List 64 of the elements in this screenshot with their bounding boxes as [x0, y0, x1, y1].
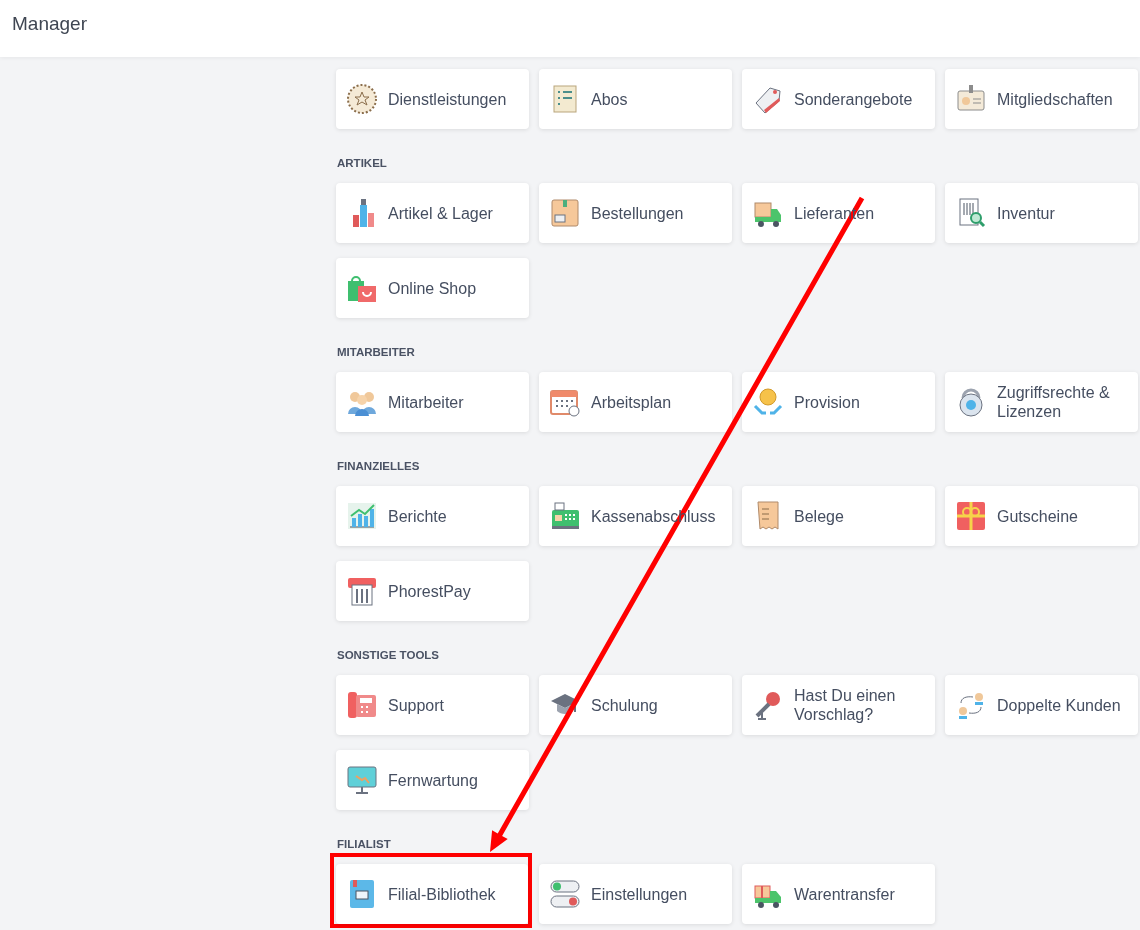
medal-icon [346, 83, 378, 115]
cash-register-icon [549, 500, 581, 532]
tile-label: Mitarbeiter [388, 392, 464, 412]
tile-label: Einstellungen [591, 884, 688, 904]
menu-tile[interactable]: Hast Du einen Vorschlag? [742, 675, 935, 735]
tile-label: Support [388, 695, 445, 715]
section-heading: ARTIKEL [337, 156, 388, 170]
menu-tile[interactable]: Provision [742, 372, 935, 432]
menu-tile[interactable]: Berichte [336, 486, 529, 546]
menu-tile[interactable]: Sonderangebote [742, 69, 935, 129]
tile-label: Belege [794, 506, 844, 526]
menu-tile[interactable]: Warentransfer [742, 864, 935, 924]
menu-tile[interactable]: Zugriffsrechte & Lizenzen [945, 372, 1138, 432]
tile-label: Doppelte Kunden [997, 695, 1121, 715]
menu-tile[interactable]: Dienstleistungen [336, 69, 529, 129]
menu-tile[interactable]: Filial-Bibliothek [336, 864, 528, 924]
tile-label: Sonderangebote [794, 89, 913, 109]
section-heading: FINANZIELLES [337, 459, 421, 473]
menu-tile[interactable]: Abos [539, 69, 732, 129]
section-heading: MITARBEITER [337, 345, 416, 359]
tile-label: Inventur [997, 203, 1055, 223]
menu-tile[interactable]: Mitarbeiter [336, 372, 529, 432]
tile-label: Online Shop [388, 278, 477, 298]
tile-label: Berichte [388, 506, 447, 526]
coin-hands-icon [752, 386, 784, 418]
tile-label: Artikel & Lager [388, 203, 493, 223]
menu-tile[interactable]: Mitgliedschaften [945, 69, 1138, 129]
menu-tile[interactable]: Doppelte Kunden [945, 675, 1138, 735]
page-title: Manager [12, 12, 88, 36]
line-chart-icon [346, 500, 378, 532]
tile-label: Warentransfer [794, 884, 895, 904]
menu-tile[interactable]: Arbeitsplan [539, 372, 732, 432]
tile-label: Schulung [591, 695, 658, 715]
gift-box-icon [955, 500, 987, 532]
tile-label: Bestellungen [591, 203, 684, 223]
menu-tile[interactable]: Einstellungen [539, 864, 732, 924]
menu-tile[interactable]: Gutscheine [945, 486, 1138, 546]
tile-label: Dienstleistungen [388, 89, 507, 109]
menu-tile[interactable]: Inventur [945, 183, 1138, 243]
menu-tile[interactable]: Artikel & Lager [336, 183, 529, 243]
section-heading: FILIALIST [337, 837, 392, 851]
tile-label: Zugriffsrechte & Lizenzen [997, 383, 1111, 421]
desk-phone-icon [346, 689, 378, 721]
menu-tile[interactable]: Online Shop [336, 258, 529, 318]
section-heading: SONSTIGE TOOLS [337, 648, 441, 662]
menu-tile[interactable]: Fernwartung [336, 750, 529, 810]
tile-label: Provision [794, 392, 860, 412]
tile-label: PhorestPay [388, 581, 471, 601]
tile-label: Abos [591, 89, 628, 109]
menu-tile[interactable]: Bestellungen [539, 183, 732, 243]
menu-tile[interactable]: PhorestPay [336, 561, 529, 621]
parcel-icon [549, 197, 581, 229]
tile-label: Hast Du einen Vorschlag? [794, 686, 897, 724]
card-terminal-icon [346, 575, 378, 607]
menu-tile[interactable]: Support [336, 675, 529, 735]
monitor-icon [346, 764, 378, 796]
menu-tile[interactable]: Schulung [539, 675, 732, 735]
toggle-switches-icon [549, 878, 581, 910]
menu-tile[interactable]: Belege [742, 486, 935, 546]
tile-label: Gutscheine [997, 506, 1078, 526]
tile-label: Fernwartung [388, 770, 478, 790]
tile-label: Filial-Bibliothek [388, 884, 496, 904]
tile-label: Mitgliedschaften [997, 89, 1113, 109]
tile-label: Arbeitsplan [591, 392, 672, 412]
